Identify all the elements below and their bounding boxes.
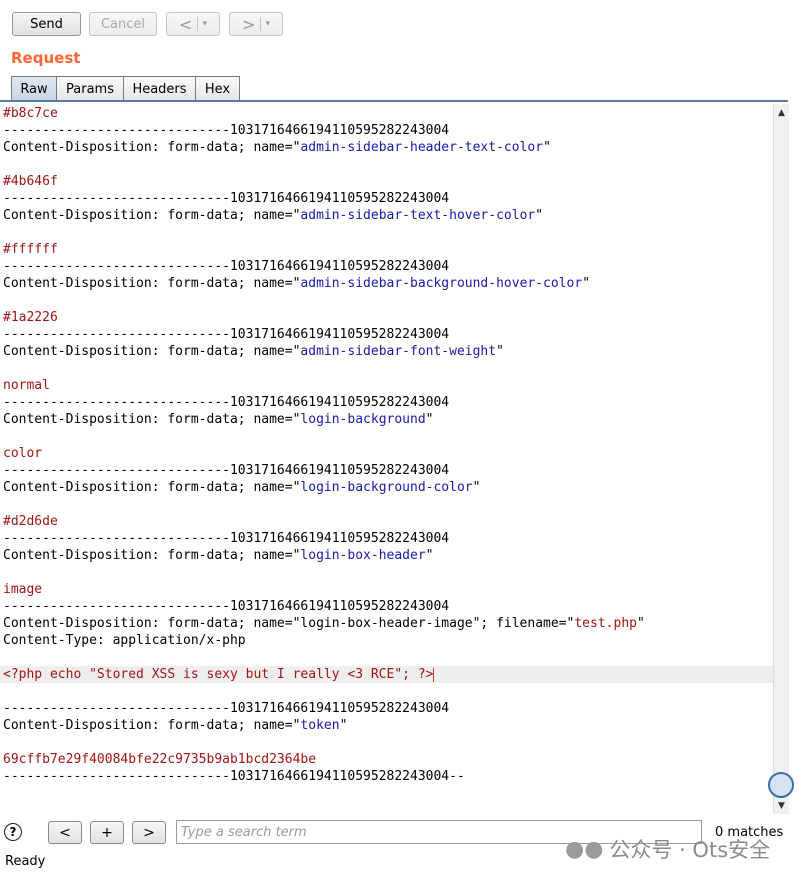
field-value-line: image <box>3 582 43 597</box>
field-name: admin-sidebar-font-weight <box>300 344 497 359</box>
content-disposition-line: Content-Disposition: form-data; name="to… <box>3 718 348 733</box>
boundary-line: -----------------------------10317164661… <box>3 123 450 138</box>
content-disposition-line: Content-Disposition: form-data; name="ad… <box>3 208 544 223</box>
boundary-line: -----------------------------10317164661… <box>3 395 450 410</box>
toolbar: Send Cancel < ▾ > ▾ <box>0 0 798 48</box>
forward-button[interactable]: > ▾ <box>229 12 283 36</box>
boundary-line: -----------------------------10317164661… <box>3 259 450 274</box>
chevron-down-icon: ▾ <box>265 19 270 29</box>
watermark: ●● 公众号 · Ots安全 <box>565 834 770 864</box>
search-bar: ? < + > 0 matches Ready ●● 公众号 · Ots安全 <box>0 814 798 881</box>
boundary-line: -----------------------------10317164661… <box>3 463 450 478</box>
back-button[interactable]: < ▾ <box>166 12 220 36</box>
vertical-scrollbar[interactable]: ▲ ▼ <box>768 104 794 814</box>
payload-line: <?php echo "Stored XSS is sexy but I rea… <box>3 667 435 682</box>
field-value-line: #1a2226 <box>3 310 58 325</box>
field-value-line: #b8c7ce <box>3 106 58 121</box>
field-value-line: 69cffb7e29f40084bfe22c9735b9ab1bcd2364be <box>3 752 317 767</box>
field-name: admin-sidebar-text-hover-color <box>300 208 536 223</box>
field-name: admin-sidebar-header-text-color <box>300 140 544 155</box>
field-name: login-background <box>300 412 426 427</box>
scroll-down-icon[interactable]: ▼ <box>775 799 788 812</box>
content-disposition-line: Content-Disposition: form-data; name="lo… <box>3 616 645 631</box>
back-arrow-icon: < <box>179 14 193 34</box>
scroll-up-icon[interactable]: ▲ <box>775 106 788 119</box>
tab-params[interactable]: Params <box>56 76 124 101</box>
tab-raw[interactable]: Raw <box>11 76 57 101</box>
tabs-divider <box>0 100 788 102</box>
content-disposition-line: Content-Disposition: form-data; name="lo… <box>3 548 434 563</box>
tab-headers[interactable]: Headers <box>123 76 196 101</box>
text-cursor <box>433 667 435 682</box>
field-value-line: #4b646f <box>3 174 58 189</box>
send-button[interactable]: Send <box>12 12 81 36</box>
watermark-text: 公众号 · Ots安全 <box>609 838 771 862</box>
boundary-line: -----------------------------10317164661… <box>3 191 450 206</box>
chevron-down-icon: ▾ <box>202 19 207 29</box>
boundary-line: -----------------------------10317164661… <box>3 769 465 784</box>
header-line: Content-Type: application/x-php <box>3 633 246 648</box>
search-add-button[interactable]: + <box>90 821 124 844</box>
content-disposition-line: Content-Disposition: form-data; name="lo… <box>3 480 481 495</box>
help-icon[interactable]: ? <box>4 823 22 841</box>
wechat-icon: ●● <box>565 836 604 862</box>
forward-arrow-icon: > <box>242 14 256 34</box>
boundary-line: -----------------------------10317164661… <box>3 531 450 546</box>
boundary-line: -----------------------------10317164661… <box>3 327 450 342</box>
field-name: token <box>300 718 340 733</box>
field-value-line: #ffffff <box>3 242 58 257</box>
content-disposition-line: Content-Disposition: form-data; name="ad… <box>3 344 504 359</box>
field-value-line: #d2d6de <box>3 514 58 529</box>
content-disposition-line: Content-Disposition: form-data; name="ad… <box>3 276 591 291</box>
field-value-line: color <box>3 446 43 461</box>
cancel-button[interactable]: Cancel <box>89 12 157 36</box>
content-disposition-line: Content-Disposition: form-data; name="lo… <box>3 412 434 427</box>
boundary-line: -----------------------------10317164661… <box>3 599 450 614</box>
request-body-editor[interactable]: #b8c7ce -----------------------------1031… <box>0 104 773 814</box>
search-prev-button[interactable]: < <box>48 821 82 844</box>
filename: test.php <box>574 616 637 631</box>
status-text: Ready <box>5 854 46 869</box>
section-title: Request <box>11 49 81 67</box>
field-name: admin-sidebar-background-hover-color <box>300 276 583 291</box>
field-name: login-box-header <box>300 548 426 563</box>
field-name: login-background-color <box>300 480 473 495</box>
boundary-line: -----------------------------10317164661… <box>3 701 450 716</box>
field-value-line: normal <box>3 378 50 393</box>
content-disposition-line: Content-Disposition: form-data; name="ad… <box>3 140 551 155</box>
scroll-thumb[interactable] <box>768 772 794 798</box>
search-next-button[interactable]: > <box>132 821 166 844</box>
tab-hex[interactable]: Hex <box>195 76 240 101</box>
